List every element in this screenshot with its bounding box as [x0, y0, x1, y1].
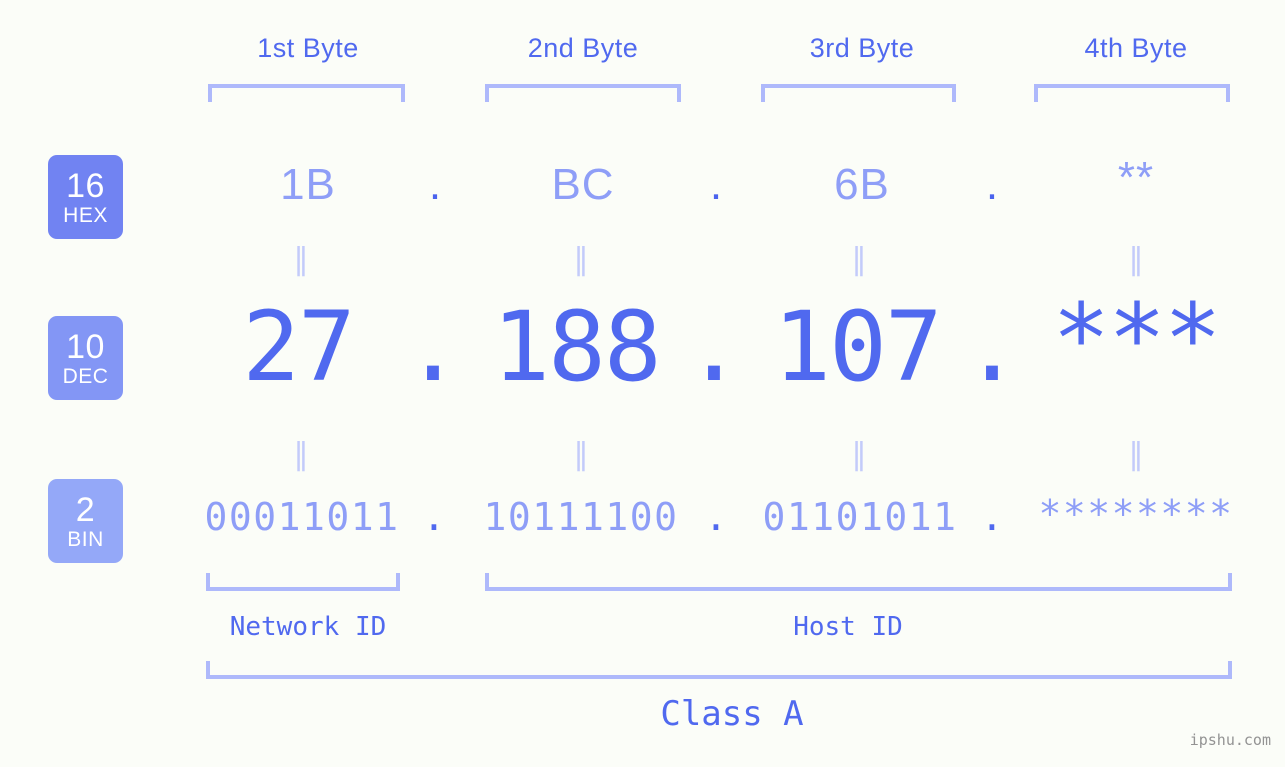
ip-address-breakdown-diagram: 1st Byte 2nd Byte 3rd Byte 4th Byte 16 H… [0, 0, 1285, 767]
ip-class-label: Class A [660, 694, 804, 734]
hex-separator-1: . [428, 160, 442, 209]
byte-bracket-2 [485, 84, 681, 102]
equals-mark-hex-dec-4: ‖ [1128, 242, 1144, 277]
byte-header-4: 4th Byte [1084, 33, 1188, 63]
bin-byte-2: 10111100 [483, 495, 679, 539]
hex-byte-3: 6B [834, 160, 890, 209]
bin-byte-4: ******** [1038, 492, 1234, 536]
base-badge-hex-name: HEX [63, 203, 108, 227]
equals-mark-dec-bin-3: ‖ [851, 437, 867, 472]
byte-bracket-1 [208, 84, 405, 102]
dec-byte-3: 107 [773, 291, 942, 403]
base-badge-hex-radix: 16 [66, 166, 105, 205]
network-id-label: Network ID [229, 612, 387, 642]
byte-header-1: 1st Byte [257, 33, 359, 63]
base-badge-dec: 10 DEC [48, 316, 123, 400]
equals-mark-dec-bin-4: ‖ [1128, 437, 1144, 472]
equals-mark-hex-dec-2: ‖ [573, 242, 589, 277]
dec-separator-3: . [963, 291, 1021, 403]
dec-separator-1: . [404, 291, 462, 403]
equals-mark-hex-dec-1: ‖ [293, 242, 309, 277]
equals-mark-hex-dec-3: ‖ [851, 242, 867, 277]
base-badge-bin: 2 BIN [48, 479, 123, 563]
hex-separator-3: . [985, 160, 999, 209]
hex-separator-2: . [709, 160, 723, 209]
byte-bracket-3 [761, 84, 956, 102]
base-badge-dec-name: DEC [62, 364, 109, 388]
dec-byte-2: 188 [492, 291, 661, 403]
hex-byte-1: 1B [280, 160, 336, 209]
site-watermark: ipshu.com [1189, 731, 1271, 749]
byte-header-3: 3rd Byte [809, 33, 915, 63]
host-id-bracket [485, 573, 1232, 591]
bin-byte-3: 01101011 [762, 495, 958, 539]
host-id-label: Host ID [793, 612, 903, 642]
base-badge-bin-radix: 2 [75, 490, 96, 529]
base-badge-bin-name: BIN [67, 527, 104, 551]
base-badge-dec-radix: 10 [66, 327, 105, 366]
dec-separator-2: . [685, 291, 743, 403]
equals-mark-dec-bin-1: ‖ [293, 437, 309, 472]
dec-byte-1: 27 [242, 291, 356, 403]
base-badge-hex: 16 HEX [48, 155, 123, 239]
byte-bracket-4 [1034, 84, 1230, 102]
bin-separator-3: . [980, 495, 1004, 539]
dec-byte-4: *** [1052, 283, 1221, 395]
bin-byte-1: 00011011 [204, 495, 400, 539]
ip-class-bracket [206, 661, 1232, 679]
equals-mark-dec-bin-2: ‖ [573, 437, 589, 472]
bin-separator-1: . [422, 495, 446, 539]
byte-header-2: 2nd Byte [527, 33, 639, 63]
network-id-bracket [206, 573, 400, 591]
hex-byte-4: ** [1117, 153, 1155, 202]
hex-byte-2: BC [551, 160, 615, 209]
bin-separator-2: . [704, 495, 728, 539]
